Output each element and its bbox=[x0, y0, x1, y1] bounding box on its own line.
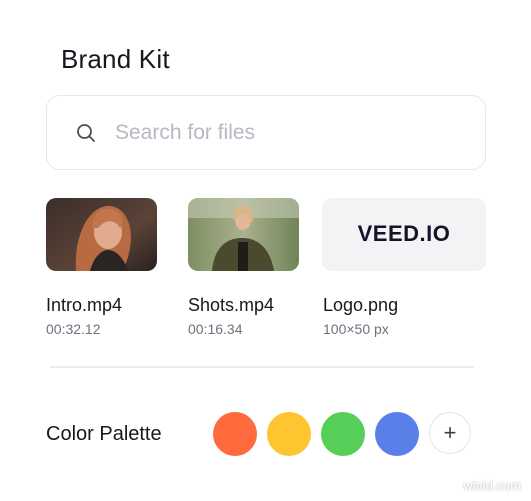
file-thumbnail-logo[interactable]: VEED.IO bbox=[322, 198, 486, 271]
search-box[interactable] bbox=[46, 95, 486, 170]
file-name: Logo.png bbox=[323, 295, 399, 315]
color-swatch-blue[interactable] bbox=[375, 412, 419, 456]
file-duration: 00:32.12 bbox=[46, 321, 101, 337]
file-duration: 00:16.34 bbox=[188, 321, 243, 337]
watermark: wtvid.com bbox=[463, 478, 521, 493]
page-title: Brand Kit bbox=[61, 44, 170, 74]
file-name: Intro.mp4 bbox=[46, 295, 123, 315]
file-dimensions: 100×50 px bbox=[323, 321, 389, 337]
color-palette-label: Color Palette bbox=[46, 423, 162, 445]
search-input[interactable] bbox=[113, 114, 467, 152]
file-thumbnail-shots[interactable] bbox=[188, 198, 299, 271]
brand-kit-panel: Brand Kit Intro.mp4 00:32.12 bbox=[0, 0, 531, 501]
add-color-button[interactable]: + bbox=[429, 412, 471, 454]
color-swatch-yellow[interactable] bbox=[267, 412, 311, 456]
video-thumbnail-image bbox=[188, 198, 299, 271]
veed-logo: VEED.IO bbox=[357, 221, 451, 246]
divider bbox=[50, 366, 474, 368]
file-name: Shots.mp4 bbox=[188, 295, 275, 315]
plus-icon: + bbox=[443, 420, 457, 445]
color-swatch-green[interactable] bbox=[321, 412, 365, 456]
video-thumbnail-image bbox=[46, 198, 157, 271]
color-swatch-orange[interactable] bbox=[213, 412, 257, 456]
file-thumbnail-intro[interactable] bbox=[46, 198, 157, 271]
search-icon bbox=[77, 124, 95, 142]
